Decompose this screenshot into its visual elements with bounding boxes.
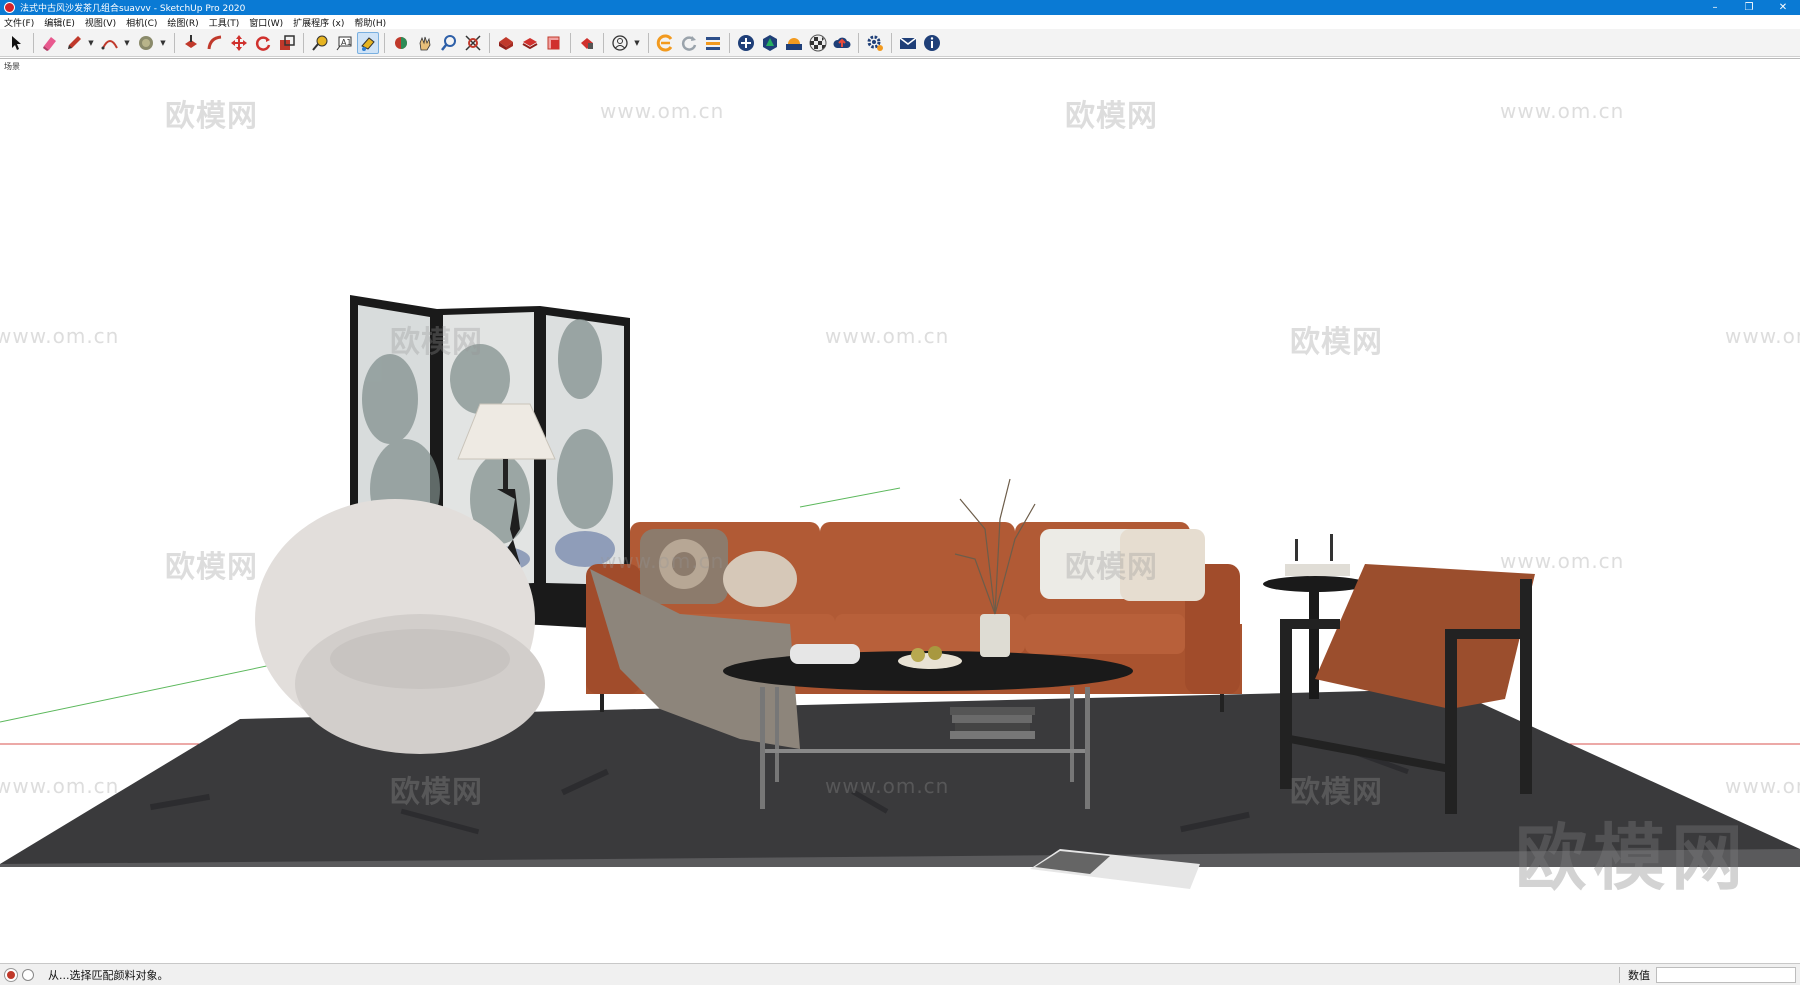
send-to-layout-icon[interactable] (543, 32, 565, 54)
chevron-down-icon[interactable]: ▼ (123, 32, 131, 54)
corner-watermark-logo: 欧模网 (1515, 816, 1750, 900)
toolbar-separator (648, 32, 649, 53)
menu-window[interactable]: 窗口(W) (249, 16, 283, 29)
status-bar: 从...选择匹配颜料对象。 数值 (0, 963, 1800, 985)
arc-icon[interactable] (99, 32, 121, 54)
green-axis (0, 658, 301, 723)
settings-icon[interactable] (864, 32, 886, 54)
status-text: 从...选择匹配颜料对象。 (48, 968, 169, 982)
extension-warehouse-icon[interactable] (576, 32, 598, 54)
toolbar-separator (303, 32, 304, 53)
toolbar-separator (603, 32, 604, 53)
menu-file[interactable]: 文件(F) (4, 16, 34, 29)
menu-view[interactable]: 视图(V) (85, 16, 116, 29)
measurements-input[interactable] (1656, 966, 1796, 983)
components-icon[interactable] (519, 32, 541, 54)
window-controls: – ❐ ✕ (1698, 0, 1800, 15)
watermark-logo-text: 欧模网 (390, 325, 483, 360)
watermark-logo-text: 欧模网 (165, 550, 258, 585)
toolbar-separator (858, 32, 859, 53)
restore-button[interactable]: ❐ (1732, 0, 1766, 15)
refresh-icon[interactable] (678, 32, 700, 54)
watermark-url-text: www.om.cn (600, 549, 725, 573)
geo-location-icon[interactable] (5, 968, 17, 981)
pencil-icon[interactable] (63, 32, 85, 54)
watermark-url-text: www.om.cn (1725, 774, 1800, 798)
green-axis-far (799, 487, 901, 508)
measurements-label: 数值 (1619, 966, 1650, 983)
watermark-url-text: www.om.cn (0, 324, 120, 348)
info-credits-icon[interactable] (22, 968, 34, 981)
zoom-icon[interactable] (438, 32, 460, 54)
chevron-down-icon[interactable]: ▼ (159, 32, 167, 54)
move-icon[interactable] (228, 32, 250, 54)
paint-bucket-icon[interactable] (135, 32, 157, 54)
svg-text:A1: A1 (341, 38, 352, 47)
paint-icon[interactable] (357, 31, 379, 54)
checker-icon[interactable] (807, 32, 829, 54)
minimize-button[interactable]: – (1698, 0, 1732, 15)
zoom-extents-icon[interactable] (462, 32, 484, 54)
menu-help[interactable]: 帮助(H) (354, 16, 386, 29)
menu-bar: 文件(F) 编辑(E) 视图(V) 相机(C) 绘图(R) 工具(T) 窗口(W… (0, 15, 1800, 29)
watermark-url-text: www.om.cn (0, 774, 120, 798)
scale-icon[interactable] (276, 32, 298, 54)
title-bar: 法式中古风沙发茶几组合suavvv - SketchUp Pro 2020 – … (0, 0, 1800, 15)
menu-camera[interactable]: 相机(C) (126, 16, 157, 29)
push-pull-icon[interactable] (180, 32, 202, 54)
toolbar-separator (384, 32, 385, 53)
watermark-url-text: www.om.cn (1725, 324, 1800, 348)
menu-extensions[interactable]: 扩展程序 (x) (293, 16, 344, 29)
watermark-url-text: www.om.cn (1500, 99, 1625, 123)
watermark-url-text: www.om.cn (825, 774, 950, 798)
sketchup-logo-icon (4, 2, 15, 13)
account-icon[interactable] (609, 32, 631, 54)
warehouse-icon[interactable] (495, 32, 517, 54)
text-icon[interactable]: A1 (333, 32, 355, 54)
menu-edit[interactable]: 编辑(E) (44, 16, 75, 29)
menu-tools[interactable]: 工具(T) (209, 16, 240, 29)
plugin-e-icon[interactable] (654, 32, 676, 54)
main-toolbar: ▼ ▼ ▼ A1 ▼ (0, 29, 1800, 57)
close-button[interactable]: ✕ (1766, 0, 1800, 15)
layers-icon[interactable] (702, 32, 724, 54)
toolbar-separator (729, 32, 730, 53)
watermark-logo-text: 欧模网 (165, 99, 258, 134)
tape-measure-icon[interactable] (309, 32, 331, 54)
watermark-logo-text: 欧模网 (1065, 99, 1158, 134)
chevron-down-icon[interactable]: ▼ (633, 32, 641, 54)
pan-icon[interactable] (414, 32, 436, 54)
toolbar-separator (174, 32, 175, 53)
window-title: 法式中古风沙发茶几组合suavvv - SketchUp Pro 2020 (20, 4, 246, 14)
rotate-icon[interactable] (252, 32, 274, 54)
toolbar-separator (489, 32, 490, 53)
add-icon[interactable] (735, 32, 757, 54)
info-icon[interactable] (921, 32, 943, 54)
follow-me-icon[interactable] (204, 32, 226, 54)
watermark-url-text: www.om.cn (1500, 549, 1625, 573)
sun-icon[interactable] (783, 32, 805, 54)
menu-draw[interactable]: 绘图(R) (167, 16, 198, 29)
watermark-logo-text: 欧模网 (390, 775, 483, 810)
toolbar-separator (33, 32, 34, 53)
tree-icon[interactable] (759, 32, 781, 54)
watermark-logo-text: 欧模网 (1065, 550, 1158, 585)
watermark-logo-text: 欧模网 (1290, 325, 1383, 360)
orbit-icon[interactable] (390, 32, 412, 54)
model-viewport[interactable]: 场景 欧模网 www.om.cn 欧模网 www.om.cn www.om.cn… (0, 58, 1800, 963)
chevron-down-icon[interactable]: ▼ (87, 32, 95, 54)
mail-icon[interactable] (897, 32, 919, 54)
eraser-icon[interactable] (39, 32, 61, 54)
toolbar-separator (570, 32, 571, 53)
select-tool-icon[interactable] (6, 32, 28, 54)
watermark-url-text: www.om.cn (600, 99, 725, 123)
toolbar-separator (891, 32, 892, 53)
watermark-url-text: www.om.cn (825, 324, 950, 348)
cloud-upload-icon[interactable] (831, 32, 853, 54)
watermark-logo-text: 欧模网 (1290, 775, 1383, 810)
